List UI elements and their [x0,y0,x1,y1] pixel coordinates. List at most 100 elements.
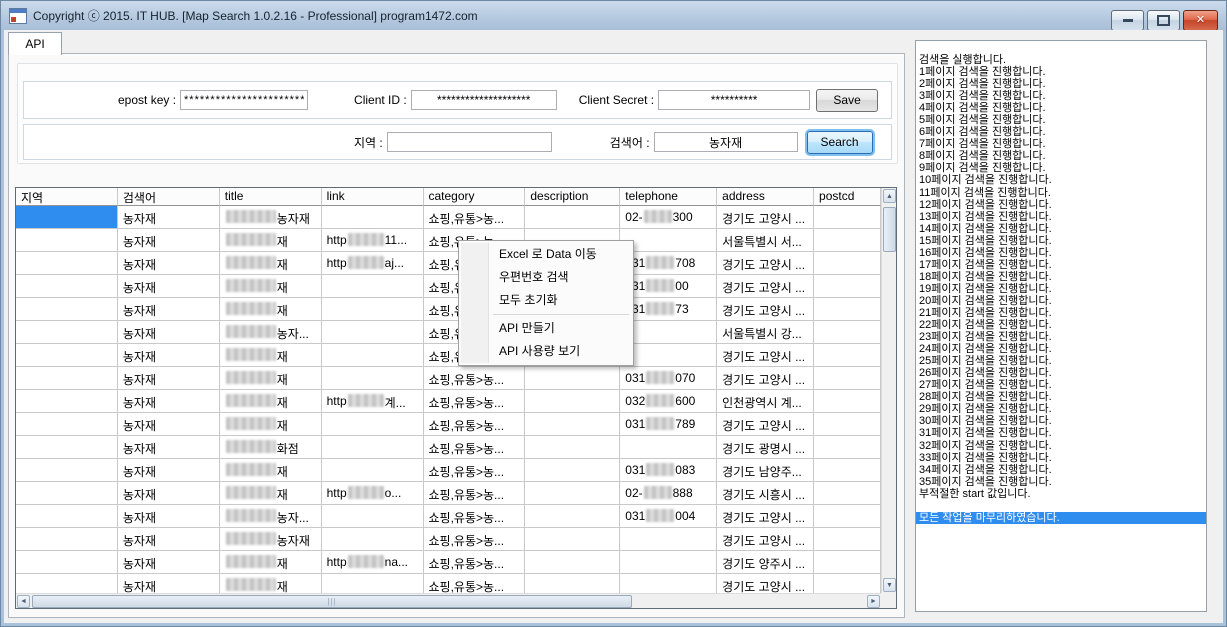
grid-cell[interactable] [525,551,620,574]
grid-cell[interactable]: 쇼핑,유통>농... [424,459,526,482]
grid-cell[interactable]: httpaj... [322,252,424,275]
tab-api[interactable]: API [8,32,62,55]
grid-cell[interactable]: 경기도 시흥시 ... [717,482,814,505]
grid-cell[interactable]: 쇼핑,유통>농... [424,367,526,390]
grid-cell[interactable] [814,436,881,459]
context-menu-item[interactable]: 모두 초기화 [461,289,631,312]
log-line[interactable]: 20페이지 검색을 진행합니다. [916,295,1206,307]
grid-cell[interactable] [322,436,424,459]
grid-cell[interactable] [322,413,424,436]
grid-cell[interactable]: http11... [322,229,424,252]
grid-cell[interactable]: 화점 [220,436,322,459]
grid-cell[interactable]: 032600 [620,390,717,413]
log-line[interactable]: 3페이지 검색을 진행합니다. [916,90,1206,102]
grid-cell[interactable] [814,459,881,482]
column-header-6[interactable]: telephone [620,188,717,206]
grid-cell[interactable] [16,528,118,551]
grid-cell[interactable] [322,367,424,390]
log-line[interactable]: 16페이지 검색을 진행합니다. [916,247,1206,259]
grid-cell[interactable] [814,229,881,252]
close-button[interactable]: ✕ [1183,10,1218,31]
grid-cell[interactable]: 재 [220,298,322,321]
log-line[interactable]: 2페이지 검색을 진행합니다. [916,78,1206,90]
grid-cell[interactable]: 농자재 [118,413,220,436]
grid-cell[interactable] [814,482,881,505]
grid-cell[interactable]: 재 [220,390,322,413]
log-panel[interactable]: 검색을 실행합니다.1페이지 검색을 진행합니다.2페이지 검색을 진행합니다.… [915,40,1207,612]
grid-cell[interactable] [322,505,424,528]
grid-cell[interactable] [814,252,881,275]
keyword-field[interactable] [654,132,798,152]
log-line[interactable]: 27페이지 검색을 진행합니다. [916,379,1206,391]
grid-cell[interactable]: http계... [322,390,424,413]
log-line[interactable]: 11페이지 검색을 진행합니다. [916,187,1206,199]
grid-cell[interactable]: 농자재 [220,206,322,229]
client-secret-field[interactable] [658,90,810,110]
grid-cell[interactable]: 농자재 [118,574,220,593]
grid-cell[interactable]: 농자... [220,505,322,528]
grid-cell[interactable] [525,367,620,390]
save-button[interactable]: Save [816,89,878,112]
grid-cell[interactable] [16,413,118,436]
grid-cell[interactable] [322,528,424,551]
grid-cell[interactable] [814,413,881,436]
context-menu-item[interactable]: API 만들기 [461,317,631,340]
grid-cell[interactable]: 농자재 [118,321,220,344]
log-line[interactable]: 13페이지 검색을 진행합니다. [916,211,1206,223]
log-line[interactable]: 18페이지 검색을 진행합니다. [916,271,1206,283]
grid-cell[interactable] [620,528,717,551]
grid-cell[interactable]: 경기도 고양시 ... [717,528,814,551]
grid-cell[interactable] [322,298,424,321]
log-line[interactable]: 23페이지 검색을 진행합니다. [916,331,1206,343]
grid-cell[interactable] [16,551,118,574]
log-line[interactable]: 25페이지 검색을 진행합니다. [916,355,1206,367]
h-scroll-thumb[interactable]: ||| [32,595,632,608]
grid-cell[interactable]: 재 [220,367,322,390]
grid-cell[interactable]: 서울특별시 서... [717,229,814,252]
grid-cell[interactable]: 경기도 양주시 ... [717,551,814,574]
log-line[interactable]: 32페이지 검색을 진행합니다. [916,440,1206,452]
grid-cell[interactable]: 농자재 [118,206,220,229]
log-line[interactable]: 12페이지 검색을 진행합니다. [916,199,1206,211]
grid-cell[interactable] [525,206,620,229]
log-line[interactable]: 29페이지 검색을 진행합니다. [916,403,1206,415]
grid-cell[interactable]: 경기도 고양시 ... [717,206,814,229]
grid-cell[interactable] [525,436,620,459]
scroll-right-button[interactable]: ► [867,595,880,608]
log-line[interactable]: 26페이지 검색을 진행합니다. [916,367,1206,379]
grid-cell[interactable] [620,574,717,593]
grid-cell[interactable] [814,298,881,321]
log-line[interactable]: 10페이지 검색을 진행합니다. [916,174,1206,186]
log-line[interactable]: 19페이지 검색을 진행합니다. [916,283,1206,295]
log-line[interactable]: 5페이지 검색을 진행합니다. [916,114,1206,126]
grid-cell[interactable]: 경기도 고양시 ... [717,252,814,275]
grid-cell[interactable]: 031708 [620,252,717,275]
grid-cell[interactable] [525,459,620,482]
grid-cell[interactable]: 031789 [620,413,717,436]
column-header-5[interactable]: description [525,188,620,206]
grid-cell[interactable]: 03100 [620,275,717,298]
column-header-0[interactable]: 지역 [16,188,118,206]
grid-cell[interactable] [814,551,881,574]
scroll-up-button[interactable]: ▲ [883,189,896,203]
maximize-button[interactable] [1147,10,1180,31]
column-header-8[interactable]: postcd [814,188,881,206]
grid-cell[interactable]: httpna... [322,551,424,574]
grid-cell[interactable] [814,505,881,528]
grid-cell[interactable] [620,344,717,367]
grid-cell[interactable]: 경기도 고양시 ... [717,298,814,321]
v-scrollbar[interactable]: ▲ ▼ [881,188,896,593]
grid-cell[interactable] [814,574,881,593]
log-line[interactable]: 모든 작업을 마무리하였습니다. [916,512,1206,524]
grid-cell[interactable] [620,551,717,574]
grid-cell[interactable]: 농자재 [118,551,220,574]
grid-cell[interactable]: 경기도 고양시 ... [717,275,814,298]
log-line[interactable]: 6페이지 검색을 진행합니다. [916,126,1206,138]
grid-cell[interactable]: 쇼핑,유통>농... [424,390,526,413]
log-line[interactable]: 22페이지 검색을 진행합니다. [916,319,1206,331]
log-line[interactable]: 17페이지 검색을 진행합니다. [916,259,1206,271]
grid-cell[interactable] [814,321,881,344]
grid-cell[interactable]: 농자재 [220,528,322,551]
grid-cell[interactable]: 농자재 [118,390,220,413]
grid-cell[interactable]: 경기도 광명시 ... [717,436,814,459]
